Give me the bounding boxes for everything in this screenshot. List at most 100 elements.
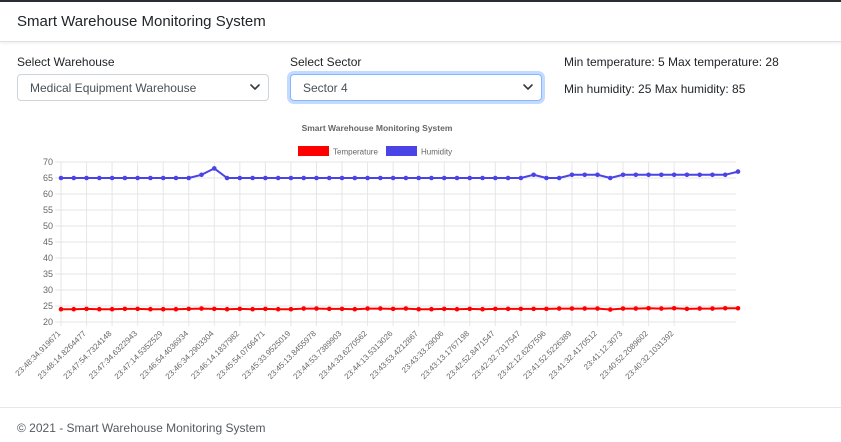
temperature-data-point[interactable] — [263, 306, 268, 312]
humidity-data-point[interactable] — [556, 175, 562, 181]
humidity-data-point[interactable] — [199, 172, 204, 178]
temperature-data-point[interactable] — [722, 305, 728, 311]
humidity-data-point[interactable] — [71, 175, 77, 181]
humidity-data-point[interactable] — [237, 175, 243, 181]
temperature-data-point[interactable] — [378, 306, 383, 311]
humidity-data-point[interactable] — [569, 172, 575, 178]
temperature-data-point[interactable] — [544, 306, 549, 312]
humidity-data-point[interactable] — [671, 172, 677, 178]
temperature-data-point[interactable] — [122, 306, 128, 312]
temperature-data-point[interactable] — [160, 306, 166, 312]
humidity-data-point[interactable] — [518, 175, 524, 181]
legend-label-temperature[interactable]: Temperature — [333, 148, 378, 157]
humidity-data-point[interactable] — [288, 175, 294, 181]
humidity-data-point[interactable] — [84, 175, 89, 181]
sector-select[interactable]: Sector 4 — [290, 74, 542, 101]
humidity-data-point[interactable] — [263, 175, 268, 181]
temperature-data-point[interactable] — [518, 306, 524, 312]
temperature-data-point[interactable] — [288, 306, 294, 312]
temperature-data-point[interactable] — [352, 306, 358, 312]
humidity-data-point[interactable] — [339, 175, 345, 181]
humidity-data-point[interactable] — [646, 172, 651, 178]
temperature-data-point[interactable] — [454, 306, 460, 312]
temperature-data-point[interactable] — [710, 306, 715, 311]
humidity-data-point[interactable] — [97, 175, 102, 181]
temperature-data-point[interactable] — [390, 306, 396, 312]
temperature-data-point[interactable] — [97, 306, 102, 312]
humidity-data-point[interactable] — [186, 175, 192, 181]
humidity-data-point[interactable] — [390, 175, 396, 181]
humidity-data-point[interactable] — [595, 172, 600, 178]
temperature-data-point[interactable] — [84, 306, 89, 312]
temperature-data-point[interactable] — [224, 306, 230, 312]
temperature-data-point[interactable] — [684, 306, 690, 312]
temperature-data-point[interactable] — [697, 306, 702, 311]
humidity-data-point[interactable] — [633, 172, 639, 178]
humidity-data-point[interactable] — [493, 175, 498, 181]
temperature-data-point[interactable] — [480, 306, 485, 312]
humidity-data-point[interactable] — [109, 175, 115, 181]
temperature-data-point[interactable] — [250, 306, 255, 312]
temperature-data-point[interactable] — [237, 306, 243, 312]
humidity-data-point[interactable] — [722, 172, 728, 178]
temperature-data-point[interactable] — [365, 306, 370, 311]
humidity-data-point[interactable] — [441, 175, 447, 181]
temperature-data-point[interactable] — [531, 306, 536, 312]
humidity-data-point[interactable] — [607, 175, 613, 181]
temperature-data-point[interactable] — [429, 306, 434, 312]
legend-swatch-temperature[interactable] — [298, 146, 329, 156]
humidity-data-point[interactable] — [250, 175, 255, 181]
temperature-data-point[interactable] — [148, 306, 153, 312]
temperature-data-point[interactable] — [326, 306, 332, 312]
humidity-data-point[interactable] — [326, 175, 332, 181]
temperature-data-point[interactable] — [569, 306, 575, 311]
temperature-data-point[interactable] — [199, 306, 204, 311]
humidity-data-point[interactable] — [160, 175, 166, 181]
humidity-data-point[interactable] — [480, 175, 485, 181]
humidity-data-point[interactable] — [148, 175, 153, 181]
temperature-data-point[interactable] — [403, 306, 409, 311]
temperature-data-point[interactable] — [646, 305, 651, 311]
temperature-data-point[interactable] — [620, 306, 626, 311]
humidity-data-point[interactable] — [314, 175, 319, 181]
humidity-data-point[interactable] — [416, 175, 421, 181]
humidity-data-point[interactable] — [173, 175, 179, 181]
humidity-data-point[interactable] — [365, 175, 370, 181]
temperature-data-point[interactable] — [173, 306, 179, 312]
temperature-data-point[interactable] — [556, 306, 562, 311]
legend-label-humidity[interactable]: Humidity — [421, 148, 452, 157]
temperature-data-point[interactable] — [339, 306, 345, 312]
temperature-data-point[interactable] — [607, 307, 613, 312]
humidity-data-point[interactable] — [659, 172, 664, 178]
humidity-data-point[interactable] — [429, 175, 434, 181]
humidity-data-point[interactable] — [735, 169, 741, 174]
humidity-data-point[interactable] — [275, 175, 281, 181]
humidity-data-point[interactable] — [684, 172, 690, 178]
temperature-data-point[interactable] — [505, 306, 511, 312]
warehouse-select[interactable]: Medical Equipment Warehouse — [17, 74, 269, 101]
temperature-data-point[interactable] — [314, 306, 319, 311]
humidity-data-point[interactable] — [454, 175, 460, 181]
temperature-data-point[interactable] — [186, 306, 192, 312]
app-brand[interactable]: Smart Warehouse Monitoring System — [17, 13, 266, 30]
humidity-data-point[interactable] — [403, 175, 409, 181]
temperature-data-point[interactable] — [211, 306, 217, 312]
humidity-data-point[interactable] — [620, 172, 626, 178]
temperature-data-point[interactable] — [71, 306, 77, 312]
temperature-data-point[interactable] — [582, 306, 588, 311]
temperature-data-point[interactable] — [58, 306, 64, 312]
temperature-data-point[interactable] — [275, 306, 281, 312]
temperature-data-point[interactable] — [441, 306, 447, 312]
humidity-data-point[interactable] — [122, 175, 128, 181]
temperature-data-point[interactable] — [633, 306, 639, 311]
humidity-data-point[interactable] — [135, 175, 140, 181]
humidity-data-point[interactable] — [301, 175, 306, 181]
humidity-data-point[interactable] — [697, 172, 702, 178]
humidity-data-point[interactable] — [582, 172, 588, 178]
humidity-data-point[interactable] — [505, 175, 511, 181]
temperature-data-point[interactable] — [595, 306, 600, 311]
humidity-data-point[interactable] — [467, 175, 473, 181]
legend-swatch-humidity[interactable] — [386, 146, 417, 156]
temperature-data-point[interactable] — [659, 306, 664, 311]
temperature-data-point[interactable] — [671, 305, 677, 311]
